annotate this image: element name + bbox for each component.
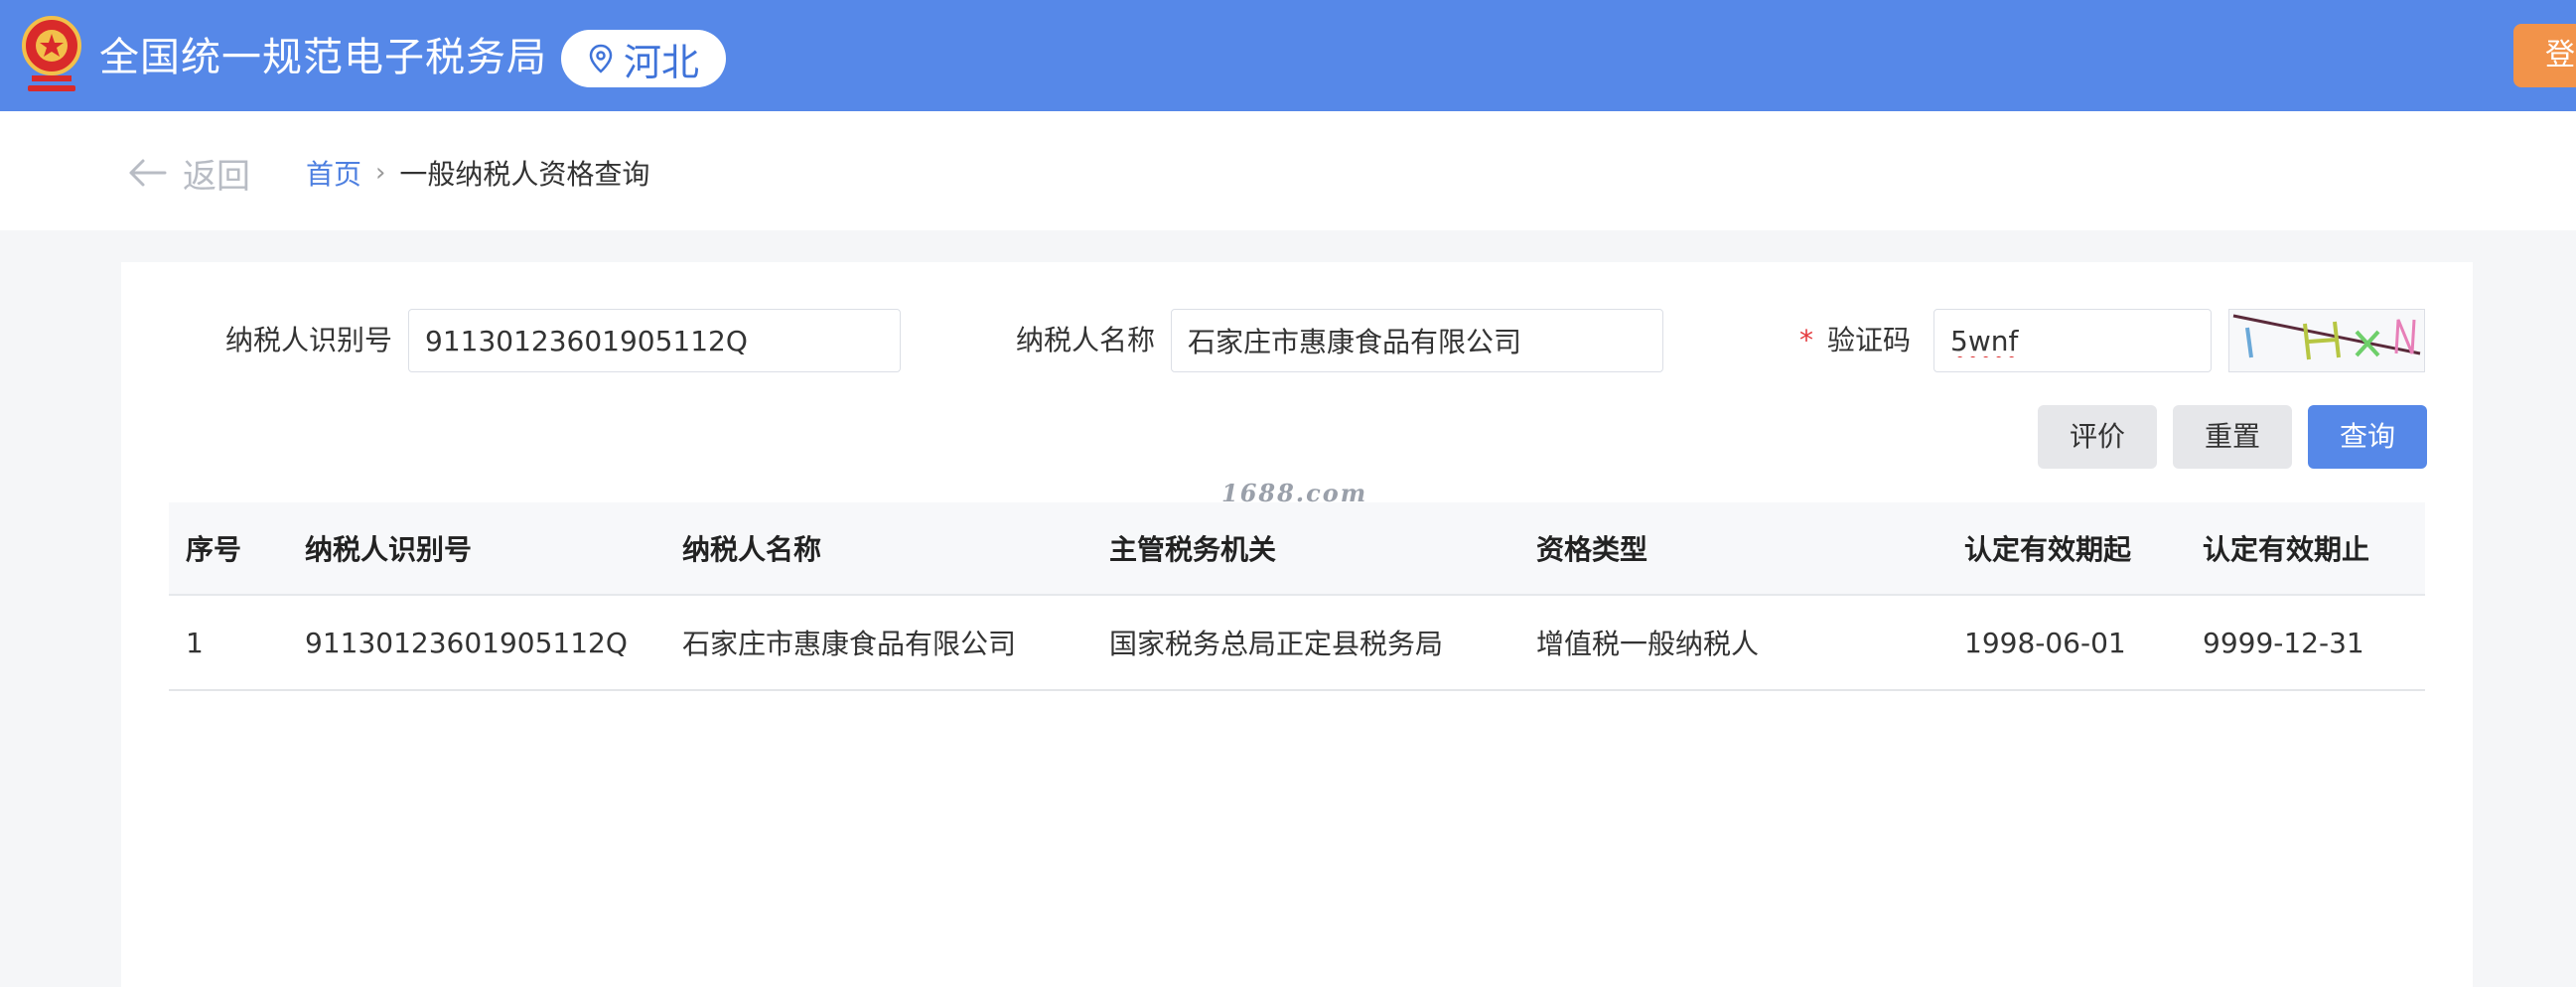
cell-index: 1 <box>186 626 204 659</box>
reset-button[interactable]: 重置 <box>2173 405 2292 469</box>
col-header-taxpayer-name: 纳税人名称 <box>682 533 822 566</box>
national-emblem-icon <box>22 16 81 91</box>
col-header-tax-authority: 主管税务机关 <box>1109 533 1277 566</box>
back-label: 返回 <box>183 156 250 197</box>
table-header-row: 序号 纳税人识别号 纳税人名称 主管税务机关 资格类型 认定有效期起 认定有效期… <box>169 502 2425 596</box>
cell-taxpayer-id: 91130123601905112Q <box>305 626 628 659</box>
cell-qualification-type: 增值税一般纳税人 <box>1536 628 1760 660</box>
captcha-label-wrapper: * 验证码 <box>1799 309 1911 372</box>
breadcrumb: 首页 › 一般纳税人资格查询 <box>306 151 649 195</box>
col-header-index: 序号 <box>186 533 242 566</box>
breadcrumb-home-link[interactable]: 首页 <box>306 153 361 193</box>
breadcrumb-bar: 返回 首页 › 一般纳税人资格查询 <box>0 111 2576 230</box>
taxpayer-name-input[interactable] <box>1171 309 1663 372</box>
login-button[interactable]: 登录 <box>2513 24 2576 87</box>
col-header-qualification-type: 资格类型 <box>1536 533 1648 566</box>
table-row: 1 91130123601905112Q 石家庄市惠康食品有限公司 国家税务总局… <box>169 596 2425 691</box>
col-header-taxpayer-id: 纳税人识别号 <box>305 533 473 566</box>
taxpayer-id-label: 纳税人识别号 <box>225 324 393 356</box>
site-title: 全国统一规范电子税务局 <box>99 35 547 80</box>
evaluate-button[interactable]: 评价 <box>2038 405 2157 469</box>
location-pin-icon <box>589 44 613 73</box>
col-header-valid-from: 认定有效期起 <box>1964 533 2132 566</box>
cell-valid-from: 1998-06-01 <box>1964 626 2126 659</box>
breadcrumb-current: 一般纳税人资格查询 <box>399 158 650 191</box>
required-mark: * <box>1799 324 1813 356</box>
arrow-left-icon <box>129 159 167 187</box>
captcha-image[interactable] <box>2228 309 2425 372</box>
query-button[interactable]: 查询 <box>2308 405 2427 469</box>
region-label: 河北 <box>623 40 699 84</box>
top-header: 全国统一规范电子税务局 河北 登录 <box>0 0 2576 111</box>
region-selector[interactable]: 河北 <box>561 30 726 87</box>
breadcrumb-separator: › <box>375 158 386 188</box>
captcha-label: 验证码 <box>1827 324 1912 356</box>
taxpayer-id-input[interactable] <box>408 309 901 372</box>
cell-valid-to: 9999-12-31 <box>2203 626 2364 659</box>
cell-taxpayer-name: 石家庄市惠康食品有限公司 <box>682 628 1017 660</box>
col-header-valid-to: 认定有效期止 <box>2203 533 2370 566</box>
captcha-input[interactable] <box>1933 309 2212 372</box>
taxpayer-name-label: 纳税人名称 <box>1016 324 1156 356</box>
cell-tax-authority: 国家税务总局正定县税务局 <box>1109 628 1444 660</box>
back-button[interactable]: 返回 <box>127 151 250 197</box>
